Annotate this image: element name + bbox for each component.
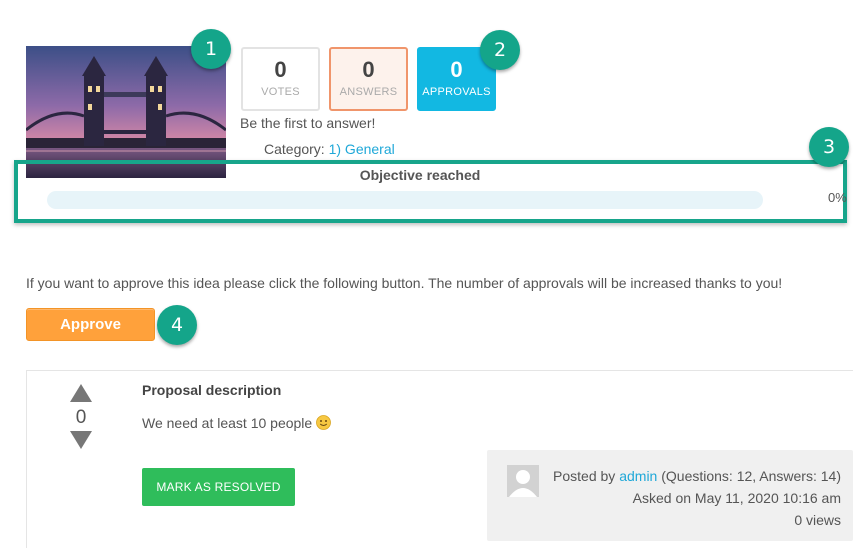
callout-badge-3: 3 [809,127,849,167]
callout-badge-4: 4 [157,305,197,345]
vote-up-icon[interactable] [70,384,92,402]
question-vote-count: 0 [75,407,87,428]
vote-down-icon[interactable] [70,431,92,449]
description-text: We need at least 10 people [142,415,313,431]
avatar [507,465,539,497]
approve-button[interactable]: Approve [26,308,155,341]
mark-as-resolved-button[interactable]: MARK AS RESOLVED [142,468,295,506]
posted-by-label: Posted by [553,468,616,484]
approve-instructions: If you want to approve this idea please … [26,275,783,291]
objective-progress-bar [47,191,763,209]
first-answer-prompt: Be the first to answer! [240,115,376,131]
answers-count: 0 [362,57,375,82]
category-link[interactable]: 1) General [329,141,395,157]
idea-thumbnail-image [26,46,226,178]
callout-badge-2: 2 [480,30,520,70]
views-count: 0 views [794,512,841,528]
objective-percent: 0% [828,190,847,205]
answers-stat-box: 0 ANSWERS [329,47,408,111]
approvals-label: APPROVALS [422,86,491,98]
asked-date: Asked on May 11, 2020 10:16 am [632,490,841,506]
category-row: Category: 1) General [264,141,395,157]
votes-count: 0 [274,57,287,82]
description-body: We need at least 10 people [142,415,332,433]
author-stats: (Questions: 12, Answers: 14) [661,468,841,484]
objective-title: Objective reached [359,167,481,183]
author-link[interactable]: admin [619,468,657,484]
smiley-emoji-icon [316,415,332,433]
callout-badge-1: 1 [191,29,231,69]
description-title: Proposal description [142,382,282,398]
posted-by-line: Posted by admin (Questions: 12, Answers:… [553,468,841,484]
answers-label: ANSWERS [339,86,398,98]
category-label: Category: [264,141,325,157]
votes-label: VOTES [261,86,300,98]
votes-stat-box: 0 VOTES [241,47,320,111]
